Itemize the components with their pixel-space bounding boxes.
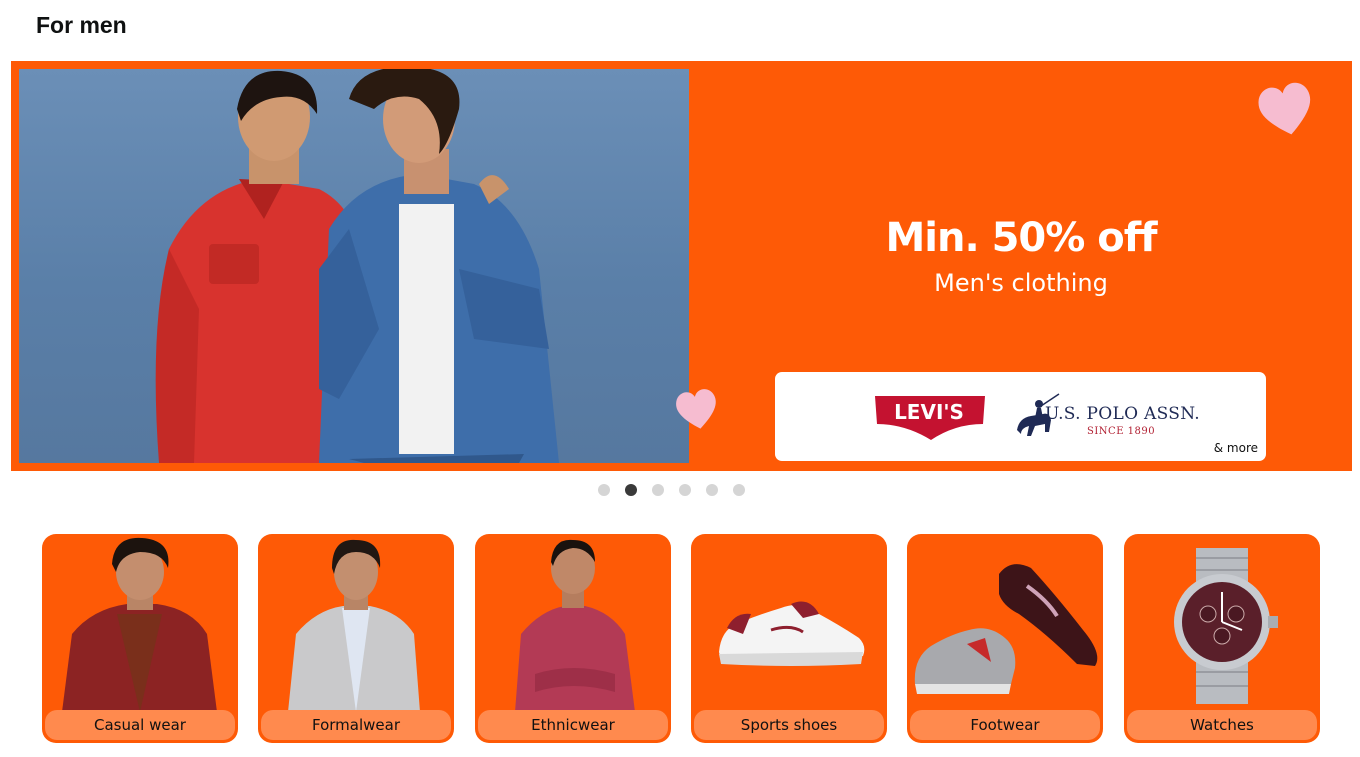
category-card-ethnicwear[interactable]: Ethnicwear — [475, 534, 671, 743]
carousel-dot[interactable] — [733, 484, 745, 496]
category-label: Sports shoes — [694, 710, 884, 740]
carousel-dot[interactable] — [679, 484, 691, 496]
polo-since-text: SINCE 1890 — [1087, 426, 1156, 437]
banner-photo-two-men — [19, 69, 689, 463]
category-label: Casual wear — [45, 710, 235, 740]
category-card-watches[interactable]: Watches — [1124, 534, 1320, 743]
carousel-dot-active[interactable] — [625, 484, 637, 496]
banner-subheadline: Men's clothing — [934, 269, 1108, 297]
carousel-dot[interactable] — [598, 484, 610, 496]
section-title: For men — [36, 12, 127, 38]
polo-brand-name: U.S. POLO ASSN. — [1045, 404, 1200, 424]
sports-shoe-image — [719, 601, 865, 666]
svg-text:LEVI'S: LEVI'S — [894, 400, 964, 424]
banner-headline: Min. 50% off — [885, 215, 1157, 261]
and-more-label: & more — [1213, 441, 1258, 455]
heart-icon — [676, 389, 716, 429]
promo-banner[interactable]: Min. 50% off Men's clothing LEVI'S U.S. … — [11, 61, 1352, 471]
footwear-image — [914, 564, 1098, 694]
levis-logo: LEVI'S — [875, 396, 985, 440]
watch-image — [1174, 548, 1278, 704]
category-card-formalwear[interactable]: Formalwear — [258, 534, 454, 743]
category-card-footwear[interactable]: Footwear — [907, 534, 1103, 743]
casual-wear-image — [62, 537, 217, 712]
category-label: Footwear — [910, 710, 1100, 740]
heart-icon — [1258, 82, 1311, 135]
category-label: Watches — [1127, 710, 1317, 740]
ethnicwear-image — [515, 539, 635, 712]
formalwear-image — [288, 539, 420, 712]
carousel-dot[interactable] — [706, 484, 718, 496]
carousel-dots — [598, 484, 745, 496]
brand-logos-box: LEVI'S U.S. POLO ASSN. SINCE 1890 & more — [775, 372, 1266, 461]
category-label: Formalwear — [261, 710, 451, 740]
category-label: Ethnicwear — [478, 710, 668, 740]
category-card-sports-shoes[interactable]: Sports shoes — [691, 534, 887, 743]
category-card-casual-wear[interactable]: Casual wear — [42, 534, 238, 743]
for-men-section: For men Min. 50% off Men's clothing LEVI… — [0, 0, 1360, 757]
carousel-dot[interactable] — [652, 484, 664, 496]
